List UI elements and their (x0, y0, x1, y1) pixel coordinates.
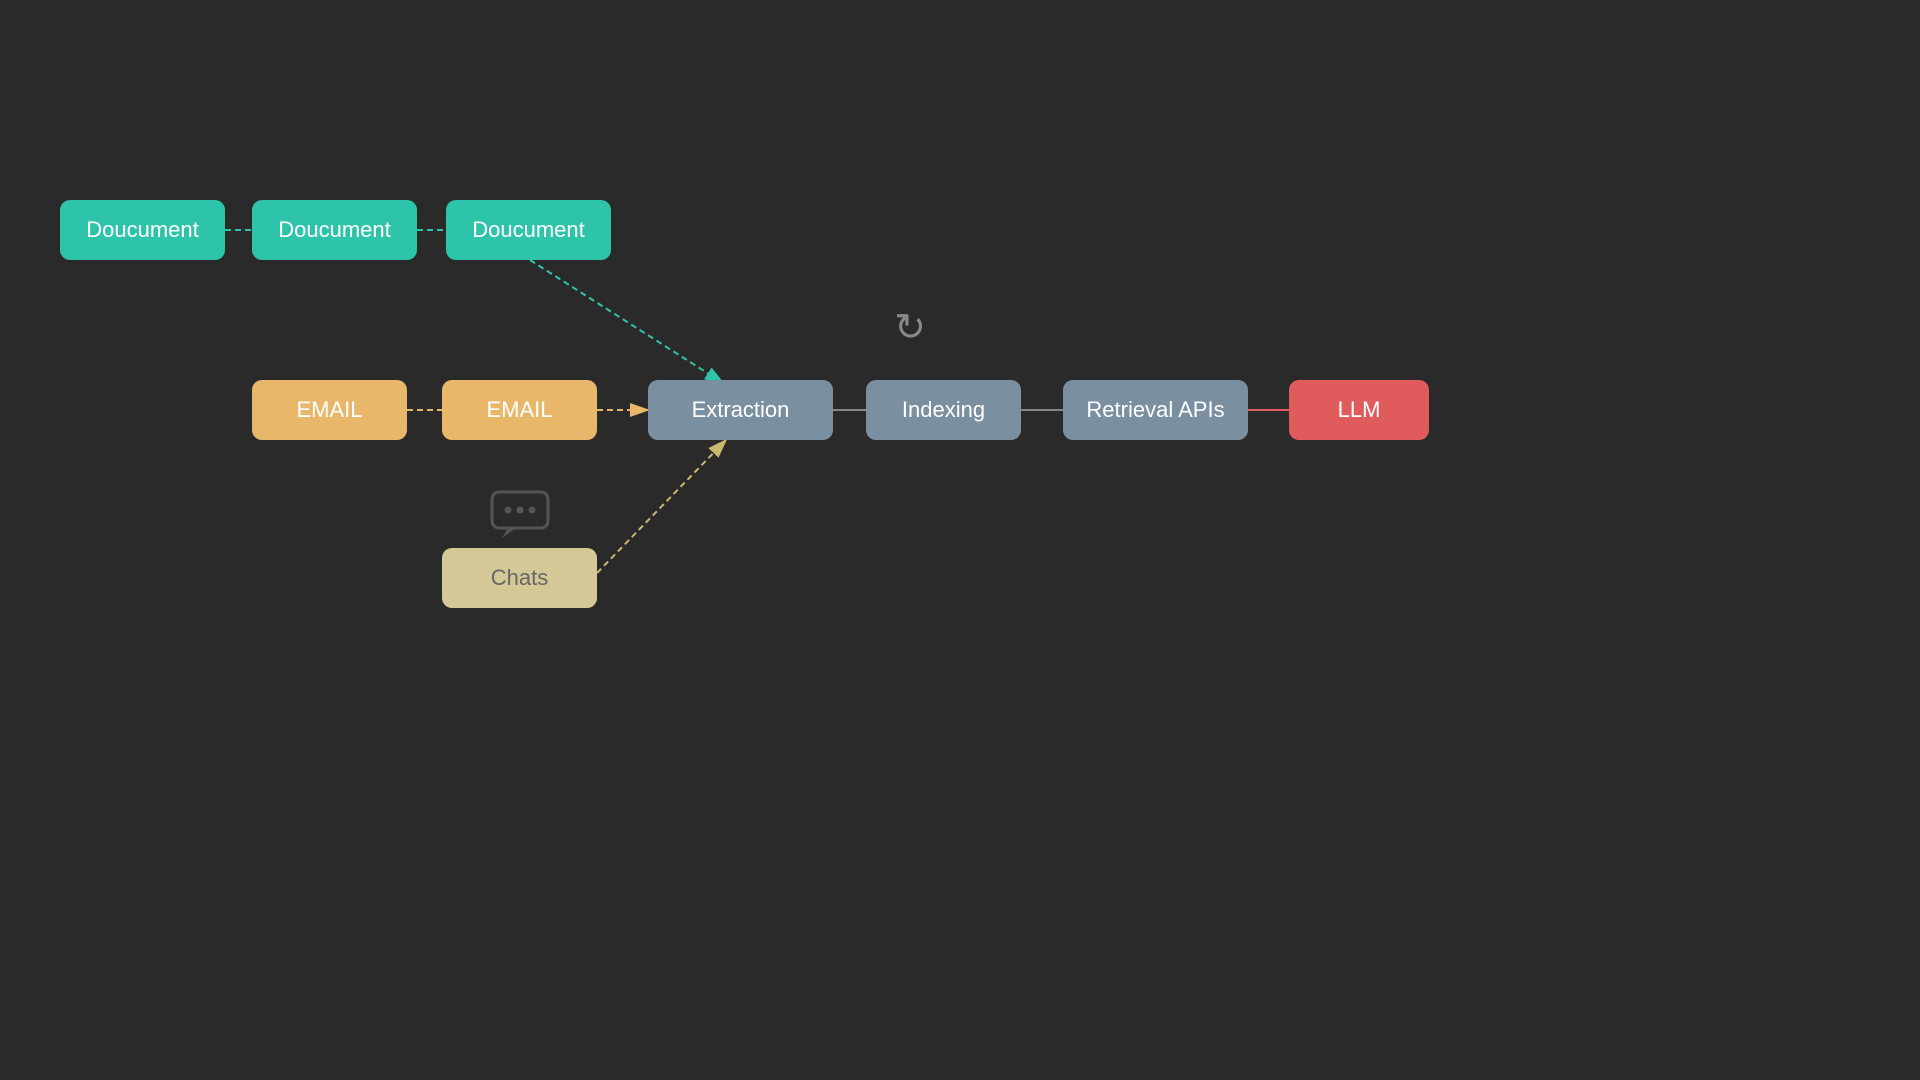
document-node-2[interactable]: Doucument (252, 200, 417, 260)
chat-bubble-icon (490, 490, 550, 540)
email-node-1[interactable]: EMAIL (252, 380, 407, 440)
chats-extraction-connector (597, 440, 726, 573)
document-node-3[interactable]: Doucument (446, 200, 611, 260)
indexing-node[interactable]: Indexing (866, 380, 1021, 440)
doc3-extraction-connector (530, 260, 723, 383)
chats-node[interactable]: Chats (442, 548, 597, 608)
retrieval-apis-node[interactable]: Retrieval APIs (1063, 380, 1248, 440)
document-node-1[interactable]: Doucument (60, 200, 225, 260)
refresh-icon: ↻ (894, 307, 926, 349)
llm-node[interactable]: LLM (1289, 380, 1429, 440)
extraction-node[interactable]: Extraction (648, 380, 833, 440)
email-node-2[interactable]: EMAIL (442, 380, 597, 440)
